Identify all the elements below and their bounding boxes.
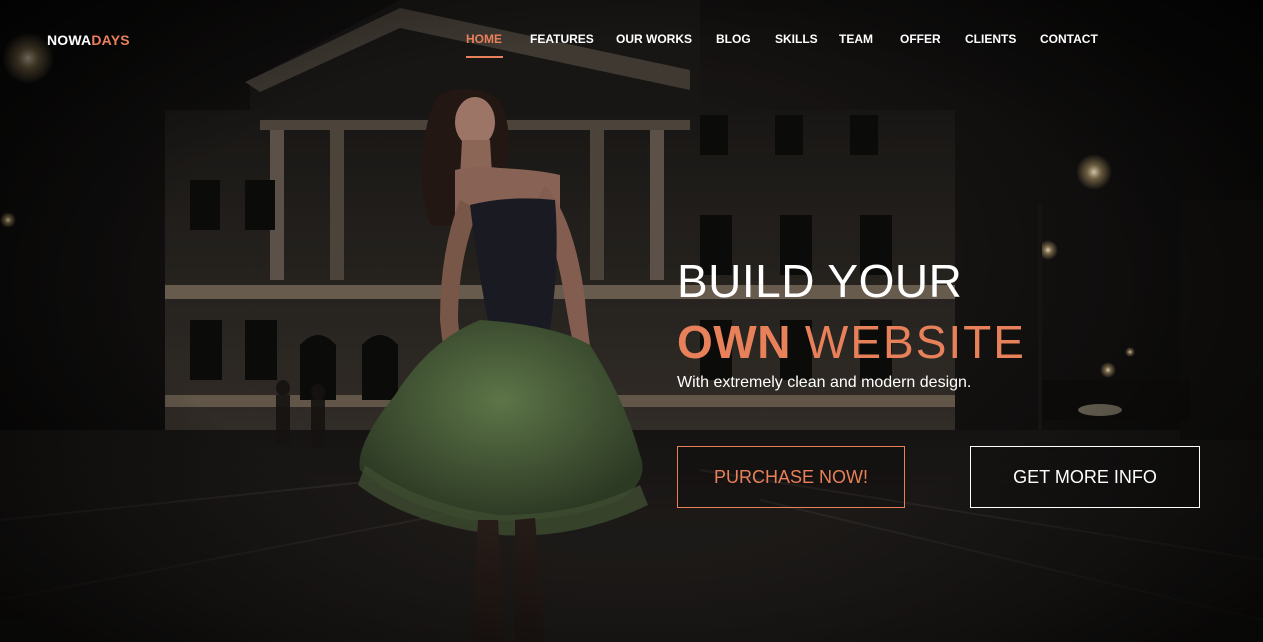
hero-background-image: [0, 0, 1263, 642]
nav-item-our-works[interactable]: OUR WORKS: [616, 32, 692, 46]
nav-item-clients[interactable]: CLIENTS: [965, 32, 1016, 46]
purchase-now-label: PURCHASE NOW!: [713, 466, 868, 487]
main-navigation: HOME FEATURES OUR WORKS BLOG SKILLS TEAM…: [0, 32, 1263, 52]
nav-item-offer[interactable]: OFFER: [900, 32, 941, 46]
nav-item-blog[interactable]: BLOG: [716, 32, 751, 46]
nav-item-team[interactable]: TEAM: [839, 32, 873, 46]
purchase-now-button[interactable]: PURCHASE NOW!: [677, 446, 905, 508]
get-more-info-label: GET MORE INFO: [1013, 466, 1157, 487]
hero-headline-line1: BUILD YOUR: [677, 255, 963, 307]
nav-item-skills[interactable]: SKILLS: [775, 32, 818, 46]
get-more-info-button[interactable]: GET MORE INFO: [970, 446, 1200, 508]
hero-subtitle: With extremely clean and modern design.: [677, 374, 972, 391]
active-nav-indicator: [466, 56, 503, 58]
nav-item-features[interactable]: FEATURES: [530, 32, 594, 46]
nav-item-contact[interactable]: CONTACT: [1040, 32, 1098, 46]
hero-section: NOWADAYS HOME FEATURES OUR WORKS BLOG SK…: [0, 0, 1263, 642]
hero-headline-light: WEBSITE: [804, 316, 1026, 368]
nav-item-home[interactable]: HOME: [466, 32, 502, 46]
hero-headline-line2: OWN WEBSITE: [677, 314, 1026, 370]
hero-headline-strong: OWN: [677, 316, 791, 368]
